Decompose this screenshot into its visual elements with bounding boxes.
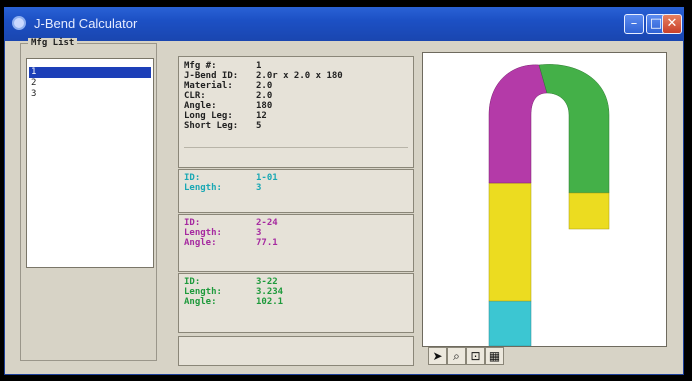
pipe-segment-magenta bbox=[488, 64, 548, 184]
window-title: J-Bend Calculator bbox=[34, 16, 138, 31]
mfg-list-label: Mfg List bbox=[28, 38, 78, 48]
summary-row: Long Leg: 12 bbox=[184, 111, 267, 121]
pipe-render bbox=[488, 64, 610, 347]
pipe-segment-yellow-long bbox=[488, 182, 532, 302]
segment-panel-3: ID: 3-22 Length: 3.234 Angle: 102.1 bbox=[178, 273, 414, 333]
segment-row: Length: 3 bbox=[184, 183, 262, 193]
pipe-3d-viewport[interactable] bbox=[422, 52, 667, 347]
title-bar: J-Bend Calculator – □ ✕ bbox=[4, 7, 684, 41]
segment-row: Length: 3 bbox=[184, 228, 262, 238]
pipe-segment-cyan bbox=[488, 300, 532, 347]
segment-row: Angle: 77.1 bbox=[184, 238, 278, 248]
segment-row: Length: 3.234 bbox=[184, 287, 284, 297]
summary-row: Mfg #: 1 bbox=[184, 61, 262, 71]
segment-row: ID: 1-01 bbox=[184, 173, 278, 183]
select-arrow-icon[interactable]: ➤ bbox=[428, 347, 447, 365]
viewport-toolbar: ➤ ⌕ ⊡ ▦ bbox=[428, 347, 504, 367]
app-icon bbox=[12, 16, 26, 30]
notes-panel bbox=[178, 336, 414, 366]
minimize-button[interactable]: – bbox=[624, 14, 644, 34]
summary-row: CLR: 2.0 bbox=[184, 91, 273, 101]
summary-row: J-Bend ID: 2.0r x 2.0 x 180 bbox=[184, 71, 343, 81]
summary-row: Short Leg: 5 bbox=[184, 121, 262, 131]
list-item[interactable]: 2 bbox=[29, 78, 151, 89]
summary-row: Material: 2.0 bbox=[184, 81, 273, 91]
zoom-icon[interactable]: ⌕ bbox=[447, 347, 466, 365]
pan-icon[interactable]: ⊡ bbox=[466, 347, 485, 365]
list-item[interactable]: 3 bbox=[29, 89, 151, 100]
close-button[interactable]: ✕ bbox=[662, 14, 682, 34]
segment-row: ID: 2-24 bbox=[184, 218, 278, 228]
segment-panel-1: ID: 1-01 Length: 3 bbox=[178, 169, 414, 213]
pipe-segment-green bbox=[538, 64, 610, 194]
divider bbox=[184, 147, 408, 148]
segment-row: ID: 3-22 bbox=[184, 277, 278, 287]
fit-icon[interactable]: ▦ bbox=[485, 347, 504, 365]
segment-row: Angle: 102.1 bbox=[184, 297, 284, 307]
pipe-segment-yellow-short bbox=[568, 192, 610, 230]
segment-panel-2: ID: 2-24 Length: 3 Angle: 77.1 bbox=[178, 214, 414, 272]
list-item[interactable]: 1 bbox=[29, 67, 151, 78]
summary-row: Angle: 180 bbox=[184, 101, 273, 111]
summary-panel: Mfg #: 1 J-Bend ID: 2.0r x 2.0 x 180 Mater… bbox=[178, 56, 414, 168]
mfg-listbox[interactable]: 1 2 3 bbox=[26, 58, 154, 268]
